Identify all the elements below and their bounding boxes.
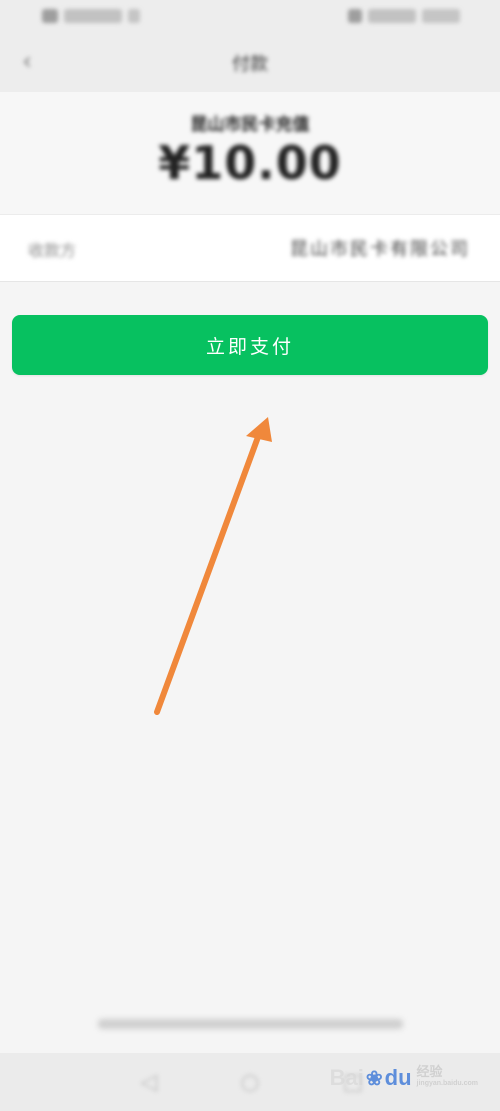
footer-note-placeholder [98,1019,403,1029]
nav-home-icon[interactable]: ○ [235,1067,265,1097]
arrow-head [246,417,272,442]
nav-bar: ‹ 付款 [0,34,500,92]
paw-icon: ❀ [365,1067,383,1090]
battery-text-placeholder [368,9,416,23]
watermark-brand-right: du [384,1065,412,1090]
payee-value: 昆山市民卡有限公司 [290,239,470,260]
watermark-brand-left: Bai [329,1065,364,1090]
signal-icon [42,9,58,23]
wifi-icon [128,9,140,23]
alarm-icon [348,9,362,23]
watermark-sub-text: 经验 [416,1064,443,1079]
arrow-shaft [154,434,261,715]
page-title: 付款 [232,54,268,75]
status-left [42,9,140,23]
watermark-sub: 经验 jingyan.baidu.com [416,1064,478,1090]
amount-section: 昆山市民卡充值 ¥10.00 [0,92,500,214]
baidu-jingyan-watermark: Bai ❀ du 经验 jingyan.baidu.com [330,1065,478,1091]
nav-back-icon[interactable]: ◁ [134,1067,164,1097]
watermark-sub-small: jingyan.baidu.com [416,1080,478,1087]
status-right [348,9,460,23]
payment-amount: ¥10.00 [158,136,342,190]
payee-label: 收款方 [28,241,77,260]
pay-now-button[interactable]: 立即支付 [12,315,488,375]
carrier-text-placeholder [64,9,122,23]
merchant-subtitle: 昆山市民卡充值 [190,115,310,135]
payee-row: 收款方 昆山市民卡有限公司 [0,214,500,282]
status-bar [0,0,500,34]
time-placeholder [422,9,460,23]
